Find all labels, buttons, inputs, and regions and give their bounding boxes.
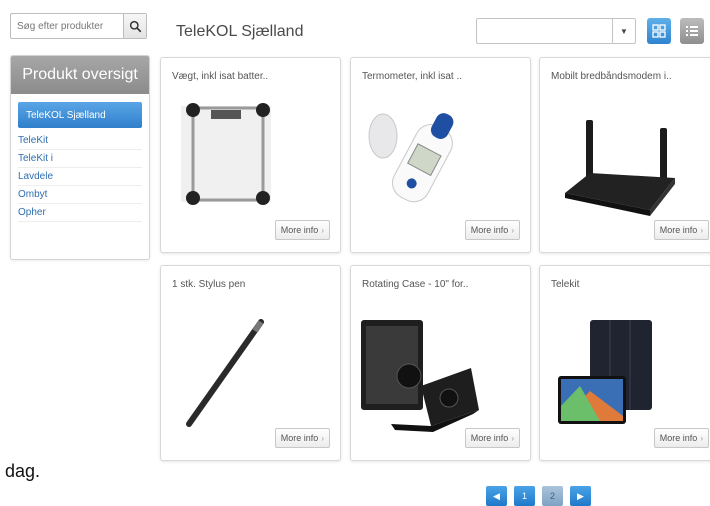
chevron-right-icon: › — [321, 433, 324, 443]
more-info-button[interactable]: More info › — [653, 220, 709, 240]
grid-view-button[interactable] — [647, 18, 671, 44]
product-name[interactable]: Rotating Case - 10" for.. — [362, 279, 522, 290]
sidebar-title: Produkt oversigt — [11, 56, 149, 94]
more-info-label: More info — [470, 225, 509, 235]
sidebar-item-opher[interactable]: Opher — [18, 204, 142, 222]
chevron-left-icon: ◀ — [493, 490, 500, 501]
grid-icon — [652, 24, 666, 38]
sidebar-item-telekit-i[interactable]: TeleKit i — [18, 150, 142, 168]
product-card[interactable]: Termometer, inkl isat .. More info › — [350, 57, 531, 253]
chevron-right-icon: ▶ — [577, 490, 584, 501]
product-sidebar: Produkt oversigt TeleKOL Sjælland TeleKi… — [10, 55, 150, 260]
page-button-1[interactable]: 1 — [514, 486, 535, 506]
list-icon — [686, 26, 698, 36]
more-info-label: More info — [280, 433, 319, 443]
sidebar-item-telekit[interactable]: TeleKit — [18, 132, 142, 150]
pagination: ◀ 1 2 ▶ — [486, 486, 591, 506]
product-name[interactable]: 1 stk. Stylus pen — [172, 279, 332, 290]
page-title: TeleKOL Sjælland — [176, 23, 304, 40]
prev-page-button[interactable]: ◀ — [486, 486, 507, 506]
product-name[interactable]: Vægt, inkl isat batter.. — [172, 71, 332, 82]
sort-dropdown[interactable]: ▼ — [476, 18, 636, 44]
tablet-kit-image — [558, 320, 652, 424]
sidebar-item-lavdele[interactable]: Lavdele — [18, 168, 142, 186]
chevron-right-icon: › — [511, 225, 514, 235]
search-icon — [129, 20, 141, 32]
search-box — [10, 13, 147, 39]
page-button-2[interactable]: 2 — [542, 486, 563, 506]
search-button[interactable] — [123, 14, 146, 38]
chevron-down-icon: ▼ — [612, 19, 635, 43]
sidebar-item-ombyt[interactable]: Ombyt — [18, 186, 142, 204]
chevron-right-icon: › — [700, 225, 703, 235]
chevron-right-icon: › — [321, 225, 324, 235]
scale-image — [181, 103, 271, 205]
stylus-pen-image — [186, 319, 264, 427]
more-info-button[interactable]: More info › — [274, 220, 330, 240]
clipped-text-fragment: l dag. — [0, 461, 41, 481]
product-card[interactable]: 1 stk. Stylus pen More info › — [160, 265, 341, 461]
product-name[interactable]: Telekit — [551, 279, 710, 290]
sidebar-item-active[interactable]: TeleKOL Sjælland — [18, 102, 142, 128]
more-info-button[interactable]: More info › — [653, 428, 709, 448]
next-page-button[interactable]: ▶ — [570, 486, 591, 506]
product-card[interactable]: Mobilt bredbåndsmodem i.. More info › — [539, 57, 710, 253]
more-info-button[interactable]: More info › — [464, 428, 520, 448]
product-name[interactable]: Termometer, inkl isat .. — [362, 71, 522, 82]
sidebar-items: TeleKit TeleKit i Lavdele Ombyt Opher — [18, 132, 142, 222]
router-image — [565, 120, 675, 216]
search-input[interactable] — [11, 14, 124, 38]
more-info-label: More info — [659, 225, 698, 235]
more-info-button[interactable]: More info › — [274, 428, 330, 448]
list-view-button[interactable] — [680, 18, 704, 44]
thermometer-image — [368, 113, 454, 203]
chevron-right-icon: › — [700, 433, 703, 443]
more-info-label: More info — [470, 433, 509, 443]
chevron-right-icon: › — [511, 433, 514, 443]
more-info-label: More info — [280, 225, 319, 235]
product-card[interactable]: Vægt, inkl isat batter.. More info › — [160, 57, 341, 253]
product-card[interactable]: Telekit More info › — [539, 265, 710, 461]
more-info-button[interactable]: More info › — [464, 220, 520, 240]
rotating-case-image — [361, 320, 479, 432]
product-name[interactable]: Mobilt bredbåndsmodem i.. — [551, 71, 710, 82]
product-card[interactable]: Rotating Case - 10" for.. More info › — [350, 265, 531, 461]
more-info-label: More info — [659, 433, 698, 443]
